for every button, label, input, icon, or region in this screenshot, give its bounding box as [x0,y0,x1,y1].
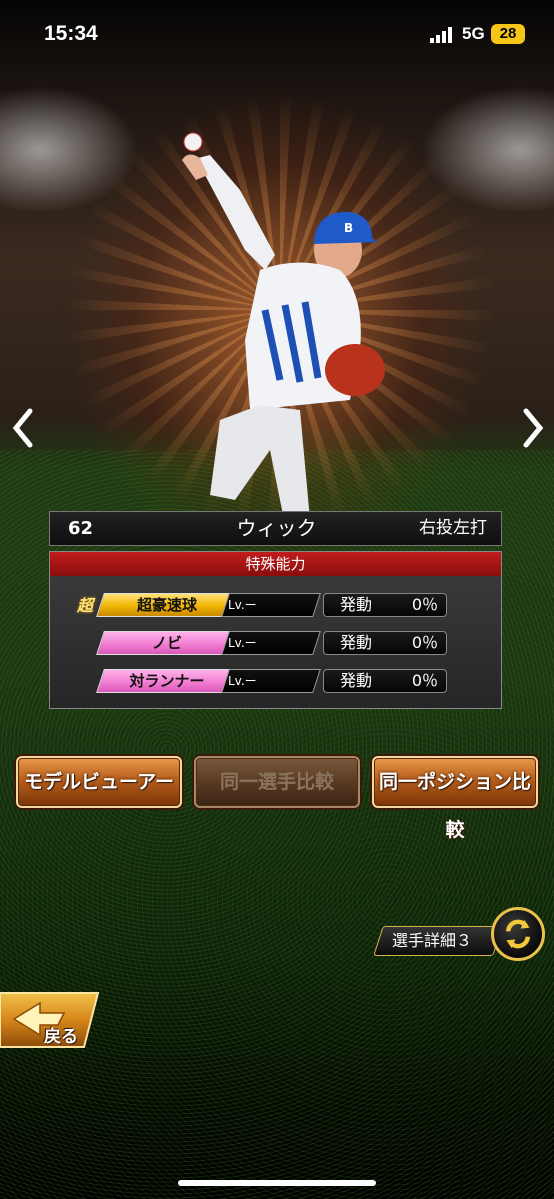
player-name-bar: 62 ウィック 右投左打 [49,511,502,546]
trigger-label: 発動 [340,671,373,690]
trigger-label: 発動 [340,595,373,614]
ability-level: Lv.ー [228,674,257,688]
ability-row[interactable]: 超 超豪速球 Lv.ー 発動 0％ [50,593,503,619]
cycle-arrows-icon[interactable] [491,907,545,961]
ability-name: 超豪速球 [136,596,197,614]
player-handedness: 右投左打 [419,518,487,538]
status-time: 15:34 [44,22,98,45]
player-detail-label: 選手詳細３ [392,931,473,950]
player-image: B [182,132,385,525]
trigger-label: 発動 [340,633,373,652]
svg-text:B: B [344,221,353,235]
super-badge: 超 [77,596,94,615]
network-type: 5G [462,24,485,43]
abilities-header: 特殊能力 [50,552,501,576]
ability-row[interactable]: 対ランナー Lv.ー 発動 0％ [50,669,503,695]
same-player-compare-button[interactable]: 同一選手比較 [194,756,360,808]
battery-icon: 28 [491,24,525,44]
ability-trigger: 発動 0％ [323,631,447,655]
ability-name: ノビ [151,634,182,652]
trigger-value: 0％ [411,595,438,614]
back-label: 戻る [44,1027,78,1047]
chevron-right-icon[interactable] [520,405,548,451]
same-position-compare-button[interactable]: 同一ポジション比較 [372,756,538,841]
ability-row[interactable]: ノビ Lv.ー 発動 0％ [50,631,503,657]
ability-trigger: 発動 0％ [323,669,447,693]
ability-level: Lv.ー [228,598,257,612]
status-bar: 15:34 5G 28 [0,0,554,70]
signal-icon [430,27,452,43]
ability-name: 対ランナー [129,672,205,690]
special-abilities-panel: 特殊能力 超 超豪速球 Lv.ー 発動 0％ ノビ Lv.ー 発動 0％ 対ラン… [49,551,502,709]
home-indicator[interactable] [178,1180,376,1186]
chevron-left-icon[interactable] [8,405,36,451]
trigger-value: 0％ [411,633,438,652]
model-viewer-button[interactable]: モデルビューアー [16,756,182,808]
ability-level: Lv.ー [228,636,257,650]
trigger-value: 0％ [411,671,438,690]
ability-trigger: 発動 0％ [323,593,447,617]
